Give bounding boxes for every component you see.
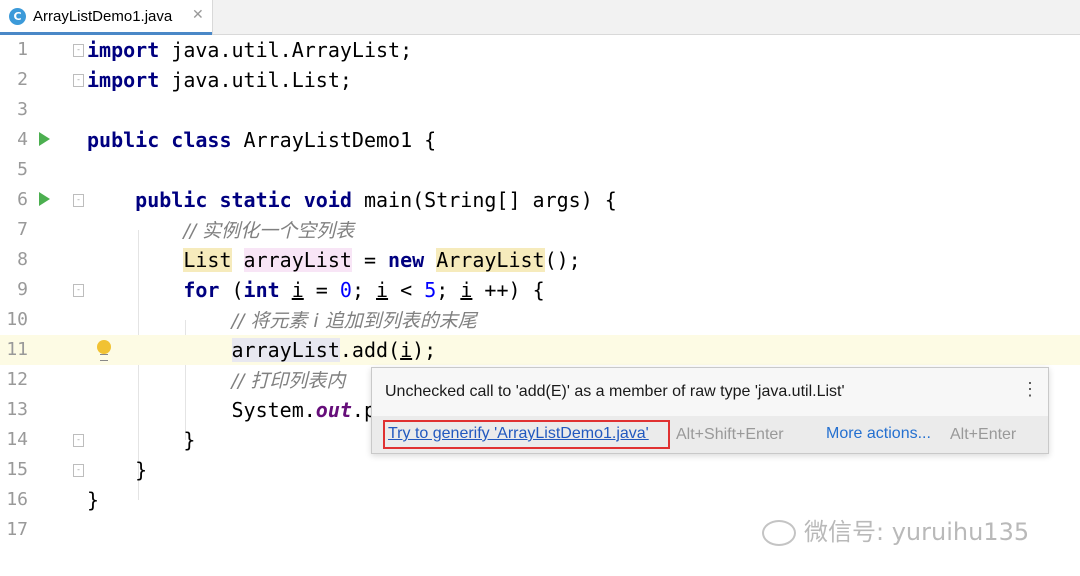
code-editor[interactable]: 1 - import java.util.ArrayList; 2 - impo… bbox=[0, 35, 1080, 576]
fold-marker-icon[interactable]: - bbox=[73, 284, 84, 297]
code-text: import java.util.List; bbox=[87, 68, 352, 92]
line-number: 12 bbox=[6, 369, 28, 390]
inspection-message: Unchecked call to 'add(E)' as a member o… bbox=[385, 383, 845, 400]
code-line: 4 public class ArrayListDemo1 { bbox=[0, 125, 1080, 155]
code-line: 8 List arrayList = new ArrayList(); bbox=[0, 245, 1080, 275]
line-number: 14 bbox=[6, 429, 28, 450]
code-text: for (int i = 0; i < 5; i ++) { bbox=[183, 278, 545, 302]
line-number: 4 bbox=[17, 129, 28, 150]
run-gutter-icon[interactable] bbox=[39, 132, 50, 146]
line-number: 7 bbox=[17, 219, 28, 240]
code-text: public class ArrayListDemo1 { bbox=[87, 128, 437, 152]
code-line: 2 - import java.util.List; bbox=[0, 65, 1080, 95]
watermark: 微信号: yuruihu135 bbox=[762, 512, 1029, 547]
fold-marker-icon[interactable]: - bbox=[73, 464, 84, 477]
wechat-logo-icon bbox=[762, 520, 796, 546]
fold-marker-icon[interactable]: - bbox=[73, 74, 84, 87]
fix-shortcut: Alt+Shift+Enter bbox=[676, 426, 784, 443]
code-text: public static void main(String[] args) { bbox=[135, 188, 617, 212]
fold-marker-icon[interactable]: - bbox=[73, 44, 84, 57]
more-options-icon[interactable]: ⋮ bbox=[1021, 380, 1039, 398]
line-number: 16 bbox=[6, 489, 28, 510]
close-icon[interactable]: ✕ bbox=[192, 7, 204, 23]
code-text: System.out.p bbox=[87, 398, 376, 422]
code-line: 5 bbox=[0, 155, 1080, 185]
code-text: // 将元素 i 追加到列表的末尾 bbox=[231, 310, 477, 332]
code-text: // 实例化一个空列表 bbox=[183, 220, 355, 242]
line-number: 17 bbox=[6, 519, 28, 540]
code-line: 7 // 实例化一个空列表 bbox=[0, 215, 1080, 245]
tab-arraylistdemo1[interactable]: C ArrayListDemo1.java ✕ bbox=[0, 0, 213, 35]
watermark-text: 微信号: yuruihu135 bbox=[804, 518, 1030, 546]
fold-marker-icon[interactable]: - bbox=[73, 434, 84, 447]
code-text: arrayList.add(i); bbox=[231, 338, 437, 362]
code-text: import java.util.ArrayList; bbox=[87, 38, 413, 62]
code-line-current: 11 arrayList.add(i); bbox=[0, 335, 1080, 365]
line-number: 2 bbox=[17, 69, 28, 90]
more-actions-shortcut: Alt+Enter bbox=[950, 426, 1017, 443]
tab-title: ArrayListDemo1.java bbox=[33, 8, 173, 25]
code-line: 15 - } bbox=[0, 455, 1080, 485]
line-number: 13 bbox=[6, 399, 28, 420]
code-line: 9 - for (int i = 0; i < 5; i ++) { bbox=[0, 275, 1080, 305]
generify-fix-label[interactable]: Try to generify 'ArrayListDemo1.java' bbox=[388, 425, 649, 443]
code-line: 1 - import java.util.ArrayList; bbox=[0, 35, 1080, 65]
code-text: // 打印列表内 bbox=[231, 370, 346, 392]
line-number: 15 bbox=[6, 459, 28, 480]
java-class-icon: C bbox=[9, 8, 26, 25]
generify-fix-link[interactable]: Try to generify 'ArrayListDemo1.java' bbox=[383, 420, 670, 449]
fold-marker-icon[interactable]: - bbox=[73, 194, 84, 207]
line-number: 10 bbox=[6, 309, 28, 330]
line-number: 3 bbox=[17, 99, 28, 120]
code-line: 6 - public static void main(String[] arg… bbox=[0, 185, 1080, 215]
line-number: 11 bbox=[6, 339, 28, 360]
run-gutter-icon[interactable] bbox=[39, 192, 50, 206]
code-text: } bbox=[87, 488, 100, 512]
code-text: } bbox=[87, 458, 148, 482]
line-number: 5 bbox=[17, 159, 28, 180]
popup-actions-bar: Try to generify 'ArrayListDemo1.java' Al… bbox=[372, 416, 1048, 453]
code-line: 16 } bbox=[0, 485, 1080, 515]
code-line: 3 bbox=[0, 95, 1080, 125]
line-number: 9 bbox=[17, 279, 28, 300]
line-number: 6 bbox=[17, 189, 28, 210]
line-number: 8 bbox=[17, 249, 28, 270]
code-text: List arrayList = new ArrayList(); bbox=[183, 248, 581, 272]
line-number: 1 bbox=[17, 39, 28, 60]
editor-tab-bar: C ArrayListDemo1.java ✕ bbox=[0, 0, 1080, 35]
inspection-popup: Unchecked call to 'add(E)' as a member o… bbox=[371, 367, 1049, 454]
more-actions-link[interactable]: More actions... bbox=[826, 425, 931, 443]
code-text: } bbox=[87, 428, 196, 452]
code-line: 10 // 将元素 i 追加到列表的末尾 bbox=[0, 305, 1080, 335]
